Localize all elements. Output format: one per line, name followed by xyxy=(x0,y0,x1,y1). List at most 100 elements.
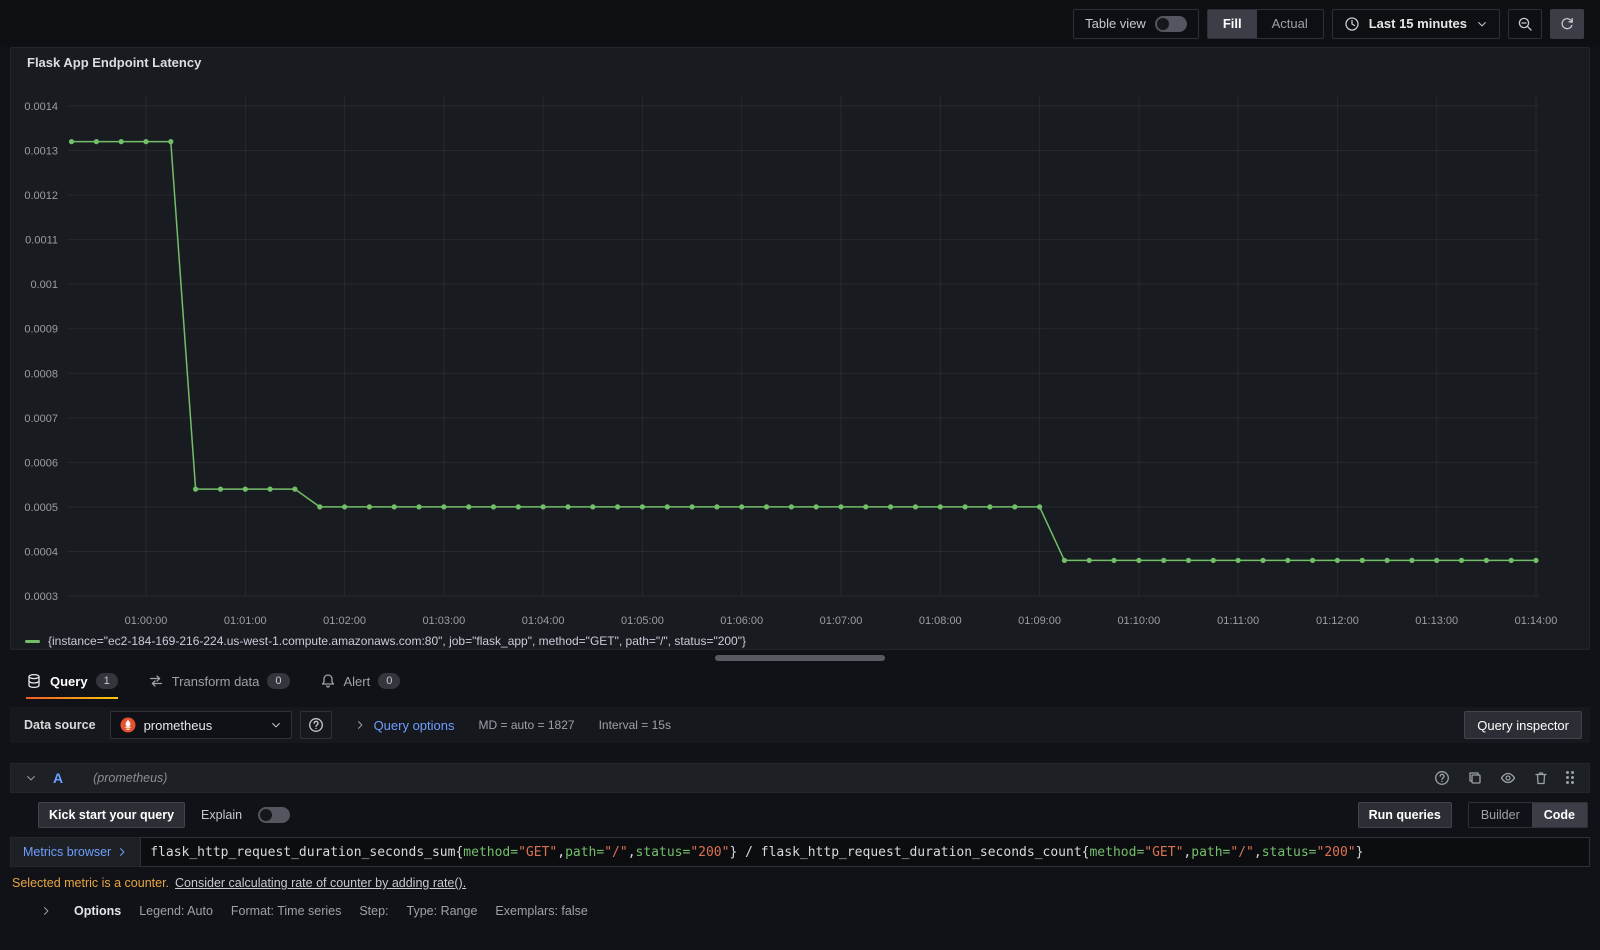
table-view-control[interactable]: Table view xyxy=(1073,8,1199,39)
query-expression[interactable]: flask_http_request_duration_seconds_sum{… xyxy=(140,837,1590,867)
explain-label: Explain xyxy=(201,808,243,822)
query-ref-id[interactable]: A xyxy=(53,770,63,786)
query-row-header[interactable]: A (prometheus) xyxy=(10,763,1590,793)
latency-panel: Flask App Endpoint Latency 0.0014 0.0013 0… xyxy=(10,47,1590,650)
options-format: Format: Time series xyxy=(230,904,342,918)
help-icon xyxy=(308,718,323,732)
svg-text:0.0005: 0.0005 xyxy=(24,502,58,514)
table-view-toggle[interactable] xyxy=(1154,15,1187,32)
fill-button[interactable]: Fill xyxy=(1207,9,1257,38)
svg-text:0.0012: 0.0012 xyxy=(24,190,58,202)
topbar: Table view Fill Actual Last 15 minutes xyxy=(0,0,1600,47)
tab-alert[interactable]: Alert 0 xyxy=(320,673,401,699)
fill-actual-group: Fill Actual xyxy=(1206,8,1324,39)
builder-button[interactable]: Builder xyxy=(1469,803,1532,827)
refresh-icon xyxy=(1561,17,1573,29)
query-row-actions xyxy=(1434,770,1575,786)
query-toolbar: Kick start your query Explain Run querie… xyxy=(38,802,1588,828)
tab-query-badge: 1 xyxy=(95,673,118,689)
counter-warning: Selected metric is a counter. Consider c… xyxy=(10,876,1590,890)
zoom-out-icon xyxy=(1518,17,1532,31)
metrics-browser-expander[interactable]: Metrics browser xyxy=(10,837,141,867)
explain-toggle[interactable] xyxy=(258,807,291,823)
series-color-swatch xyxy=(25,639,40,643)
table-view-label: Table view xyxy=(1085,16,1146,31)
panel-title: Flask App Endpoint Latency xyxy=(27,55,202,70)
run-queries-button[interactable]: Run queries xyxy=(1357,802,1452,828)
query-options-summary[interactable]: Options Legend: Auto Format: Time series… xyxy=(40,904,1590,930)
chevron-down-icon[interactable] xyxy=(25,772,37,784)
clock-icon xyxy=(1345,16,1359,31)
angle-right-icon xyxy=(44,907,49,915)
svg-text:01:00:00: 01:00:00 xyxy=(125,615,168,627)
kick-start-query-button[interactable]: Kick start your query xyxy=(38,802,186,828)
options-type: Type: Range xyxy=(406,904,478,918)
svg-text:0.0008: 0.0008 xyxy=(24,368,58,380)
actual-button[interactable]: Actual xyxy=(1257,10,1323,38)
svg-text:01:14:00: 01:14:00 xyxy=(1515,615,1558,627)
svg-text:0.0004: 0.0004 xyxy=(24,546,58,558)
metrics-browser-label: Metrics browser xyxy=(23,845,112,859)
datasource-row: Data source prometheus Query options MD … xyxy=(10,707,1590,743)
svg-text:01:03:00: 01:03:00 xyxy=(422,615,465,627)
help-icon[interactable] xyxy=(1434,770,1450,786)
time-range-picker[interactable]: Last 15 minutes xyxy=(1331,8,1500,39)
svg-text:01:07:00: 01:07:00 xyxy=(820,615,863,627)
svg-text:0.0009: 0.0009 xyxy=(24,324,58,336)
eye-icon[interactable] xyxy=(1500,770,1516,786)
svg-text:0.001: 0.001 xyxy=(30,279,58,291)
max-data-points-text: MD = auto = 1827 xyxy=(478,718,575,732)
tab-query[interactable]: Query 1 xyxy=(26,673,118,699)
svg-text:01:08:00: 01:08:00 xyxy=(919,615,962,627)
svg-text:01:11:00: 01:11:00 xyxy=(1217,615,1259,627)
query-expression-row: Metrics browser flask_http_request_durat… xyxy=(10,837,1590,867)
options-label: Options xyxy=(74,904,122,918)
svg-text:0.0006: 0.0006 xyxy=(24,457,58,469)
database-icon xyxy=(28,673,40,689)
time-range-label: Last 15 minutes xyxy=(1368,16,1467,31)
svg-text:0.0007: 0.0007 xyxy=(24,413,58,425)
trash-icon[interactable] xyxy=(1533,770,1549,786)
svg-text:01:10:00: 01:10:00 xyxy=(1117,615,1160,627)
options-legend: Legend: Auto xyxy=(139,904,213,918)
query-datasource-hint: (prometheus) xyxy=(93,771,168,785)
chevron-down-icon xyxy=(1478,21,1486,26)
warning-text: Selected metric is a counter. xyxy=(12,876,170,890)
editor-tabs: Query 1 Transform data 0 Alert 0 xyxy=(10,661,1590,699)
svg-text:01:05:00: 01:05:00 xyxy=(621,615,664,627)
svg-text:01:12:00: 01:12:00 xyxy=(1316,615,1359,627)
tab-alert-label: Alert xyxy=(343,673,371,689)
series-legend[interactable]: {instance="ec2-184-169-216-224.us-west-1… xyxy=(11,633,1589,649)
query-options-expander[interactable]: Query options xyxy=(354,718,455,733)
tab-alert-badge: 0 xyxy=(378,673,401,689)
active-tab-underline xyxy=(26,697,118,699)
transform-icon xyxy=(149,675,162,687)
datasource-value: prometheus xyxy=(143,717,213,733)
angle-right-icon xyxy=(357,721,362,729)
duplicate-icon[interactable] xyxy=(1467,770,1483,786)
grip-icon[interactable] xyxy=(1566,771,1575,785)
query-editor: A (prometheus) Kick start your query Exp… xyxy=(10,763,1590,930)
svg-text:01:01:00: 01:01:00 xyxy=(224,615,267,627)
latency-chart[interactable]: 0.0014 0.0013 0.0012 0.0011 0.001 0.0009 0.000… xyxy=(11,78,1589,633)
tab-transform-badge: 0 xyxy=(267,673,290,689)
datasource-select[interactable]: prometheus xyxy=(109,711,292,739)
svg-text:01:06:00: 01:06:00 xyxy=(720,615,763,627)
svg-text:01:04:00: 01:04:00 xyxy=(522,615,565,627)
tab-transform-data[interactable]: Transform data 0 xyxy=(148,673,290,699)
svg-text:01:13:00: 01:13:00 xyxy=(1415,615,1458,627)
query-options-label: Query options xyxy=(373,717,455,733)
zoom-out-button[interactable] xyxy=(1508,8,1542,39)
svg-text:0.0011: 0.0011 xyxy=(25,235,58,247)
warning-rate-link[interactable]: Consider calculating rate of counter by … xyxy=(175,876,466,890)
series-legend-label: {instance="ec2-184-169-216-224.us-west-1… xyxy=(48,634,746,648)
query-inspector-button[interactable]: Query inspector xyxy=(1464,711,1582,739)
svg-text:01:09:00: 01:09:00 xyxy=(1018,615,1061,627)
bell-icon xyxy=(321,674,334,688)
prometheus-icon xyxy=(120,717,136,733)
code-button[interactable]: Code xyxy=(1531,803,1587,827)
datasource-help-button[interactable] xyxy=(299,711,332,739)
svg-text:0.0003: 0.0003 xyxy=(24,591,58,603)
refresh-button[interactable] xyxy=(1550,8,1584,39)
builder-code-group: Builder Code xyxy=(1467,802,1588,828)
